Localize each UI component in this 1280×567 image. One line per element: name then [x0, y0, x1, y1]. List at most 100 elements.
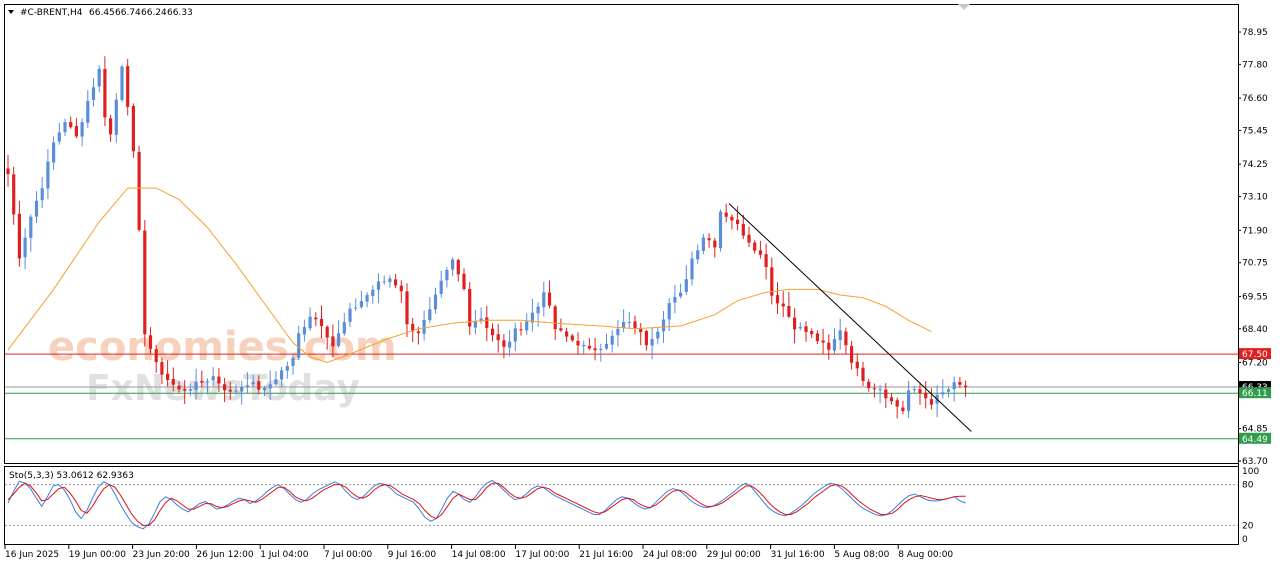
candle-body	[342, 322, 346, 334]
candle-body	[599, 349, 603, 351]
candle-body	[194, 381, 198, 391]
candle-body	[211, 376, 215, 381]
candle-body	[622, 322, 626, 328]
candle-body	[274, 379, 278, 385]
candle-body	[416, 331, 420, 334]
candle	[359, 290, 363, 309]
candle-body	[673, 296, 677, 303]
candle-body	[570, 335, 574, 341]
candle-body	[359, 301, 363, 308]
candle-body	[137, 151, 141, 230]
stochastic-levels	[5, 484, 1238, 526]
candle-body	[542, 292, 546, 308]
candle	[513, 322, 517, 351]
candle	[861, 361, 865, 387]
candle-body	[302, 327, 306, 335]
candle-body	[918, 389, 922, 394]
candle-body	[325, 326, 329, 338]
trading-chart[interactable]: economies.com FxNewsToday 78.9577.8076.6…	[0, 0, 1280, 567]
candle-body	[946, 389, 951, 392]
candle	[354, 298, 358, 311]
candle-body	[502, 340, 506, 347]
level-tag-text: 66.11	[1242, 389, 1268, 399]
candle	[616, 320, 620, 347]
candle	[770, 257, 774, 305]
candle-body	[143, 230, 147, 335]
candle	[525, 313, 529, 335]
candle-body	[798, 326, 802, 329]
price-tick-label: 76.60	[1242, 94, 1268, 104]
candle	[468, 282, 472, 335]
candle-body	[701, 237, 705, 251]
candle	[576, 332, 580, 355]
candle	[547, 280, 552, 309]
candle-body	[804, 326, 808, 332]
price-tick-label: 73.10	[1242, 193, 1268, 203]
candle-body	[314, 317, 318, 320]
candle-body	[308, 316, 312, 329]
candle	[696, 244, 700, 264]
candle	[622, 309, 626, 333]
candle	[137, 145, 141, 232]
candle-body	[604, 343, 609, 349]
candle-body	[29, 216, 33, 238]
chart-shift-marker-icon[interactable]	[958, 4, 970, 10]
candle-body	[245, 385, 249, 387]
candle	[872, 383, 876, 398]
candle	[604, 333, 609, 351]
level-tag: 64.49	[1239, 432, 1271, 445]
candle-body	[582, 345, 586, 347]
candle	[308, 307, 312, 331]
candle	[120, 64, 124, 103]
candle	[701, 233, 705, 255]
candle	[707, 233, 711, 248]
candle	[91, 78, 96, 107]
candle-body	[433, 294, 438, 310]
candle	[34, 191, 39, 223]
stochastic-tick-label: 100	[1242, 467, 1259, 477]
candle-body	[610, 335, 614, 345]
descending-trendline[interactable]	[728, 203, 972, 432]
candle	[86, 90, 90, 129]
candle-body	[508, 341, 512, 348]
symbol-menu-triangle-icon[interactable]	[8, 10, 14, 14]
time-tick-label: 9 Jul 16:00	[388, 550, 437, 560]
candle	[496, 324, 500, 353]
candle-body	[872, 388, 876, 390]
candle-body	[399, 285, 403, 292]
candle	[126, 58, 130, 116]
candle	[342, 312, 346, 336]
candle-body	[736, 219, 740, 225]
stochastic-title: Sto(5,3,3) 53.0612 62.9363	[9, 471, 134, 481]
candle	[6, 154, 10, 187]
time-tick-label: 26 Jun 12:00	[196, 550, 253, 560]
candle	[97, 65, 101, 93]
candle	[40, 176, 44, 208]
candle	[895, 397, 899, 419]
candle	[382, 275, 386, 285]
price-tick-label: 63.70	[1242, 457, 1268, 467]
candle	[29, 214, 33, 252]
candle	[924, 381, 928, 409]
candle-body	[656, 331, 660, 339]
candle-body	[354, 307, 358, 309]
stochastic-tick-label: 0	[1242, 535, 1248, 545]
candle	[633, 315, 637, 335]
stochastic-tick-label: 20	[1242, 521, 1254, 531]
candle	[46, 148, 50, 199]
candle	[582, 340, 586, 354]
candle	[667, 298, 671, 332]
ohlc-open: 66.45	[89, 8, 115, 18]
candle-body	[513, 328, 517, 342]
candle	[713, 237, 717, 258]
ohlc-high: 66.74	[115, 8, 141, 18]
candle	[827, 334, 831, 360]
candle-body	[536, 306, 540, 314]
candle-body	[775, 295, 780, 304]
candle-body	[120, 66, 124, 100]
candle	[832, 328, 837, 355]
candle	[690, 251, 694, 286]
candle-body	[821, 340, 825, 343]
candle-body	[177, 385, 181, 390]
candle	[394, 273, 398, 289]
